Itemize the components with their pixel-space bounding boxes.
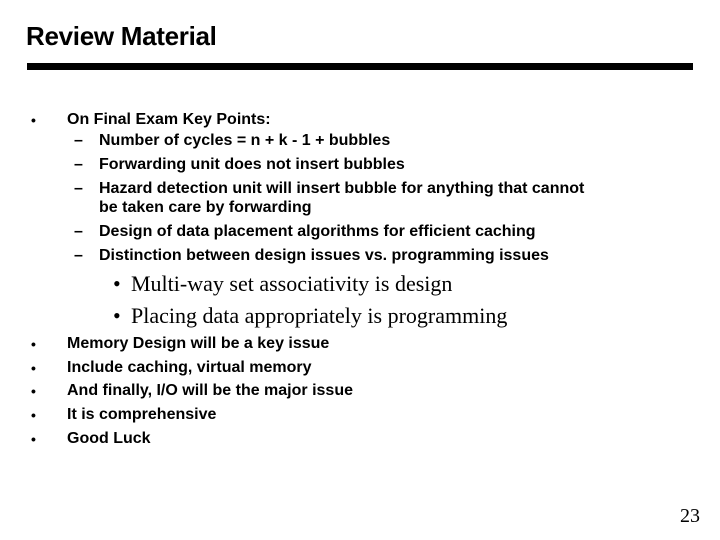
closing-bullet-text: And finally, I/O will be the major issue: [67, 382, 353, 399]
sub-bullet-text: Distinction between design issues vs. pr…: [99, 247, 549, 264]
bullet-icon: •: [31, 431, 36, 447]
dash-icon: –: [74, 223, 83, 240]
sub-bullet-text: be taken care by forwarding: [99, 199, 312, 216]
bullet-icon: •: [31, 360, 36, 376]
closing-bullet-text: Memory Design will be a key issue: [67, 335, 330, 352]
sub-bullet-text: Design of data placement algorithms for …: [99, 223, 536, 240]
sub-bullet-text: Hazard detection unit will insert bubble…: [99, 180, 585, 197]
bullet-icon: •: [31, 336, 36, 352]
sub-bullet-text: Number of cycles = n + k - 1 + bubbles: [99, 132, 391, 149]
nested-bullet-text: Multi-way set associativity is design: [131, 271, 453, 296]
closing-bullet-text: It is comprehensive: [67, 406, 217, 423]
slide-title: Review Material: [26, 21, 217, 51]
dash-icon: –: [74, 156, 83, 173]
bullet-icon: •: [113, 271, 121, 296]
dash-icon: –: [74, 132, 83, 149]
closing-bullet-text: Good Luck: [67, 430, 151, 447]
dash-icon: –: [74, 180, 83, 197]
bullet-icon: •: [31, 383, 36, 399]
nested-bullet-text: Placing data appropriately is programmin…: [131, 303, 508, 328]
bullet-icon: •: [31, 407, 36, 423]
closing-bullet-text: Include caching, virtual memory: [67, 359, 312, 376]
main-bullet-text: On Final Exam Key Points:: [67, 111, 271, 128]
title-divider: [27, 63, 693, 70]
sub-bullet-text: Forwarding unit does not insert bubbles: [99, 156, 405, 173]
dash-icon: –: [74, 247, 83, 264]
bullet-icon: •: [113, 303, 121, 328]
page-number: 23: [680, 505, 700, 527]
bullet-icon: •: [31, 112, 36, 128]
